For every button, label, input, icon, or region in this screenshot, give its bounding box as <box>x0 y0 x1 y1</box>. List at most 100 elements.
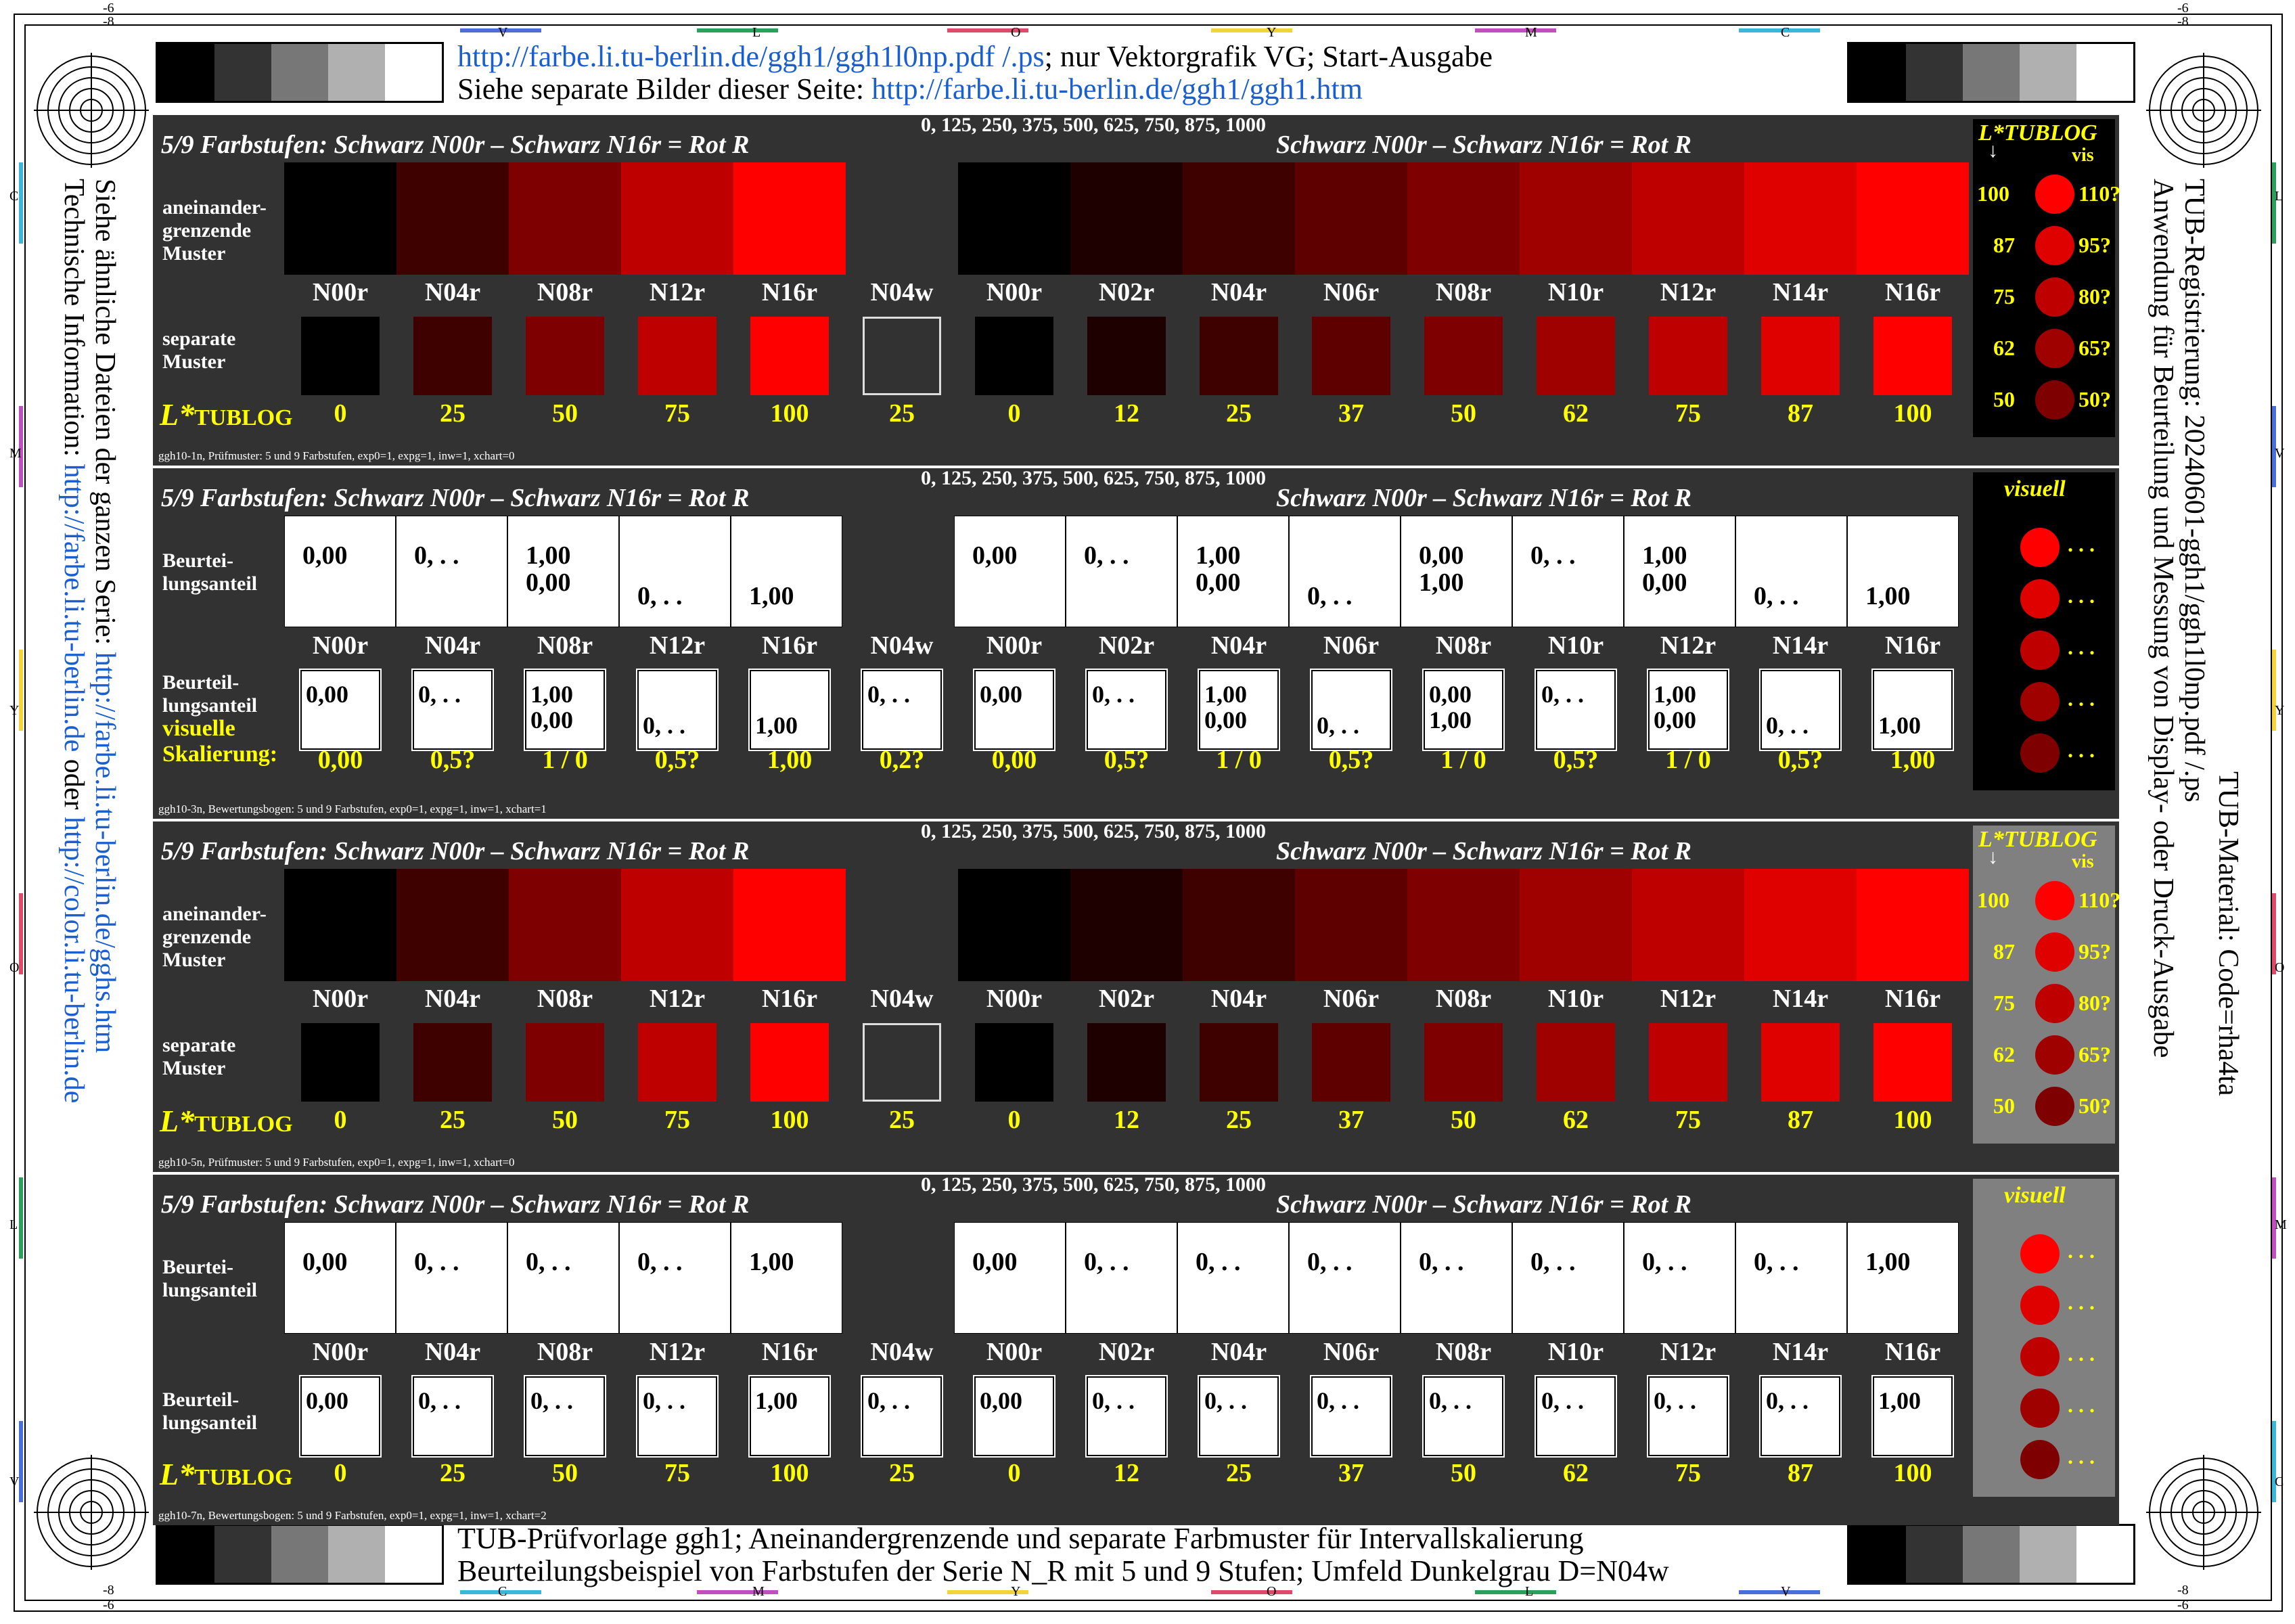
small-judgment-box[interactable]: 0, . . <box>1424 1376 1503 1456</box>
scale-value: 100 <box>1893 1106 1932 1134</box>
edge-label: C <box>9 189 19 204</box>
small-judgment-box[interactable]: 1,00 <box>750 670 830 750</box>
scale-value: 100 <box>770 399 809 428</box>
judgment-value: 0, . . <box>1429 1387 1472 1414</box>
judgment-value: 1,00 <box>1419 568 1464 597</box>
ltublog-l: L* <box>160 1457 195 1491</box>
scale-value: 25 <box>889 1106 915 1134</box>
small-judgment-box[interactable]: 0,00 <box>300 1376 380 1456</box>
small-judgment-box[interactable]: 0, . . <box>1311 670 1391 750</box>
small-judgment-box[interactable]: 0, . . <box>1648 1376 1728 1456</box>
separate-swatch <box>1312 1023 1390 1102</box>
judgment-box[interactable]: 1,00 <box>1847 1222 1959 1334</box>
small-judgment-box[interactable]: 0, . . <box>1199 1376 1279 1456</box>
small-judgment-box[interactable]: 1,00 <box>1873 670 1953 750</box>
judgment-box[interactable]: 0, . . <box>1624 1222 1735 1334</box>
small-judgment-box[interactable]: 1,00 <box>1873 1376 1953 1456</box>
judgment-box[interactable]: 0, . . <box>1066 516 1177 627</box>
htm-link[interactable]: http://farbe.li.tu-berlin.de/ggh1/ggh1.h… <box>871 72 1363 106</box>
judgment-box[interactable]: 0,00 <box>954 516 1066 627</box>
judgment-box[interactable]: 0, . . <box>1512 1222 1624 1334</box>
judgment-box[interactable]: 0, . . <box>396 1222 507 1334</box>
small-judgment-box[interactable]: 0, . . <box>1087 670 1166 750</box>
small-judgment-box[interactable]: 0, . . <box>1536 1376 1616 1456</box>
judgment-box[interactable]: 0, . . <box>1289 1222 1401 1334</box>
judgment-box[interactable]: 0,00 <box>284 1222 396 1334</box>
judgment-box[interactable]: 1,00 0,00 <box>507 516 619 627</box>
judgment-box[interactable]: 0,00 1,00 <box>1401 516 1512 627</box>
small-judgment-box[interactable]: 0, . . <box>1087 1376 1166 1456</box>
color-link[interactable]: http://color.li.tu-berlin.de <box>58 817 89 1103</box>
small-judgment-box[interactable]: 0, . . <box>862 1376 942 1456</box>
step-label: N12r <box>1660 278 1717 307</box>
judgment-box[interactable]: 1,00 0,00 <box>1177 516 1289 627</box>
small-judgment-box[interactable]: 0, . . <box>637 670 717 750</box>
small-judgment-box[interactable]: 0, . . <box>413 1376 493 1456</box>
scale-value: 0,00 <box>317 746 363 774</box>
small-judgment-box[interactable]: 0,00 <box>974 1376 1054 1456</box>
adjacent-swatch <box>1857 869 1969 981</box>
judgment-box[interactable]: 0, . . <box>1289 516 1401 627</box>
small-judgment-box[interactable]: 0, . . <box>1760 1376 1840 1456</box>
judgment-value: 0,00 <box>1642 568 1687 597</box>
adjacent-swatch <box>396 162 509 275</box>
panel-note: ggh10-7n, Bewertungsbogen: 5 und 9 Farbs… <box>158 1509 547 1522</box>
judgment-box[interactable]: 0,00 <box>284 516 396 627</box>
visual-label: visuelle <box>162 716 235 741</box>
color-dot <box>2020 1389 2060 1428</box>
small-judgment-box[interactable]: 1,00 0,00 <box>1648 670 1728 750</box>
small-judgment-box[interactable]: 0, . . <box>525 1376 605 1456</box>
small-judgment-box[interactable]: 0, . . <box>637 1376 717 1456</box>
small-judgment-box[interactable]: 0, . . <box>1760 670 1840 750</box>
separate-swatch-cell <box>1183 1023 1295 1102</box>
color-dot <box>2035 881 2074 920</box>
farbe-link[interactable]: http://farbe.li.tu-berlin.de <box>58 464 89 752</box>
pdf-link[interactable]: http://farbe.li.tu-berlin.de/ggh1/ggh1l0… <box>457 40 1045 73</box>
judgment-box[interactable]: 1,00 <box>731 1222 842 1334</box>
scale-value: 12 <box>1114 1459 1139 1487</box>
judgment-box[interactable]: 0, . . <box>1066 1222 1177 1334</box>
judgment-box[interactable]: 0, . . <box>507 1222 619 1334</box>
sidebox-title: visuell <box>2004 476 2066 501</box>
judgment-box[interactable]: 0,00 <box>954 1222 1066 1334</box>
small-judgment-box[interactable]: 0, . . <box>413 670 493 750</box>
small-judgment-box[interactable]: 0,00 <box>974 670 1054 750</box>
dot-ellipsis: . . . <box>2068 532 2095 556</box>
judgment-box[interactable]: 0, . . <box>619 516 731 627</box>
small-judgment-box[interactable]: 0, . . <box>862 670 942 750</box>
separate-swatch-cell <box>958 317 1070 395</box>
judgment-box[interactable]: 0, . . <box>396 516 507 627</box>
judgment-value: 0,00 <box>980 681 1022 708</box>
small-judgment-box[interactable]: 0, . . <box>1536 670 1616 750</box>
small-judgment-box[interactable]: 0, . . <box>1311 1376 1391 1456</box>
judgment-box[interactable]: 0, . . <box>1177 1222 1289 1334</box>
adjacent-swatches <box>284 869 1969 981</box>
small-judgment-box[interactable]: 0,00 1,00 <box>1424 670 1503 750</box>
small-judgment-box[interactable]: 1,00 0,00 <box>525 670 605 750</box>
judgment-box[interactable]: 0, . . <box>1735 516 1847 627</box>
adjacent-swatch <box>1520 162 1632 275</box>
judgment-value: 0,00 <box>1196 568 1241 597</box>
small-judgment-box[interactable]: 1,00 0,00 <box>1199 670 1279 750</box>
judgment-box[interactable]: 1,00 <box>1847 516 1959 627</box>
panel-title-left: 5/9 Farbstufen: Schwarz N00r – Schwarz N… <box>161 837 750 865</box>
top-color-bar <box>697 28 778 32</box>
judgment-box[interactable]: 0, . . <box>1401 1222 1512 1334</box>
judgment-box[interactable]: 0, . . <box>1512 516 1624 627</box>
adjacent-swatch <box>958 869 1070 981</box>
small-judgment-box[interactable]: 1,00 <box>750 1376 830 1456</box>
vis-value: 110? <box>2078 888 2121 912</box>
panel-sequence: 0, 125, 250, 375, 500, 625, 750, 875, 10… <box>921 820 1266 842</box>
series-link[interactable]: http://farbe.li.tu-berlin.de/gghs.htm <box>89 652 120 1054</box>
panel-title-right: Schwarz N00r – Schwarz N16r = Rot R <box>1276 1190 1691 1219</box>
dot-ellipsis: . . . <box>2068 635 2095 659</box>
small-judgment-box[interactable]: 0,00 <box>300 670 380 750</box>
small-judgment-cell: 0, . . <box>1520 670 1632 750</box>
judgment-box[interactable]: 1,00 0,00 <box>1624 516 1735 627</box>
judgment-box[interactable]: 0, . . <box>619 1222 731 1334</box>
step-label: N04r <box>1210 278 1267 307</box>
judgment-box[interactable]: 1,00 <box>731 516 842 627</box>
scale-value: 50 <box>552 399 578 428</box>
judgment-box[interactable]: 0, . . <box>1735 1222 1847 1334</box>
judgment-value: 1,00 <box>1878 712 1921 739</box>
